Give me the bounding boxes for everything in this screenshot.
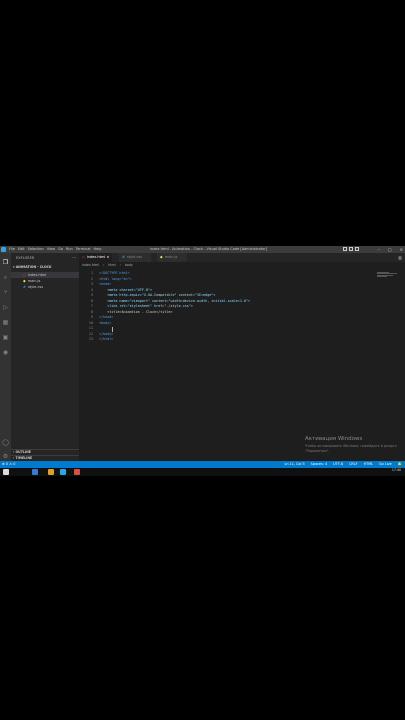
start-icon[interactable] bbox=[3, 469, 9, 475]
minimize-icon[interactable]: – bbox=[378, 247, 380, 252]
line-text: <title>Animation - Clock</title> bbox=[99, 309, 173, 314]
file-name: style.css bbox=[27, 285, 44, 289]
folder-section[interactable]: ▾ ANIMATION - CLOCK bbox=[13, 265, 52, 269]
line-text: <body> bbox=[99, 320, 112, 325]
line-text: <head> bbox=[99, 282, 112, 286]
css-file-icon: # bbox=[122, 255, 125, 259]
breadcrumb-file[interactable]: index.html bbox=[82, 263, 99, 267]
html-file-icon: ◇ bbox=[82, 255, 85, 259]
tab-label: main.js bbox=[164, 255, 178, 259]
more-actions-icon[interactable]: ··· bbox=[72, 255, 76, 260]
status-right: Ln 11, Col 5 Spaces: 4 UTF-8 CRLF HTML G… bbox=[284, 461, 402, 468]
menu-terminal[interactable]: Terminal bbox=[76, 247, 91, 252]
activity-bar: ❐ ⌕ ⑂ ▷ ▦ ▣ ◉ ◯ ⚙ bbox=[0, 253, 11, 468]
file-name: main.js bbox=[27, 279, 41, 283]
maximize-icon[interactable]: ▢ bbox=[388, 247, 392, 252]
end-of-line[interactable]: CRLF bbox=[349, 461, 358, 468]
outline-label: OUTLINE bbox=[15, 450, 31, 454]
breadcrumb-body[interactable]: body bbox=[125, 263, 133, 267]
notifications-icon[interactable]: 🔔 bbox=[398, 461, 402, 468]
taskbar-app-icon[interactable] bbox=[74, 469, 80, 475]
explorer-header: EXPLORER bbox=[16, 256, 35, 260]
cursor-position[interactable]: Ln 11, Col 5 bbox=[284, 461, 304, 468]
line-text bbox=[99, 326, 107, 330]
encoding[interactable]: UTF-8 bbox=[333, 461, 343, 468]
line-text: <meta name="viewport" content="width=dev… bbox=[99, 298, 251, 303]
timeline-section[interactable]: › TIMELINE bbox=[13, 456, 32, 460]
vscode-taskbar-icon[interactable] bbox=[60, 469, 66, 475]
line-text: </body> bbox=[99, 331, 114, 336]
account-icon[interactable]: ◯ bbox=[2, 439, 9, 446]
status-bar: ⊗ 0 ⚠ 0 Ln 11, Col 5 Spaces: 4 UTF-8 CRL… bbox=[0, 461, 405, 468]
indentation[interactable]: Spaces: 4 bbox=[311, 461, 327, 468]
taskbar-app-icon[interactable] bbox=[48, 469, 54, 475]
problems-indicator[interactable]: ⊗ 0 ⚠ 0 bbox=[2, 461, 15, 468]
activation-text: Чтобы активировать Windows, перейдите в … bbox=[305, 444, 397, 453]
folder-name: ANIMATION - CLOCK bbox=[15, 265, 52, 269]
run-debug-icon[interactable]: ▷ bbox=[2, 304, 9, 311]
minimap[interactable] bbox=[377, 272, 399, 278]
toggle-secondary-sidebar-icon[interactable] bbox=[355, 247, 359, 251]
title-bar: File Edit Selection View Go Run Terminal… bbox=[0, 246, 405, 253]
layout-controls bbox=[343, 247, 359, 251]
file-name: index.html bbox=[27, 273, 47, 277]
tab-label: index.html bbox=[86, 255, 106, 259]
settings-gear-icon[interactable]: ⚙ bbox=[2, 453, 9, 460]
window-title: index.html - Animation - Clock - Visual … bbox=[150, 247, 267, 251]
code-line: 13 </html> bbox=[79, 337, 405, 343]
menu-bar: File Edit Selection View Go Run Terminal… bbox=[9, 247, 101, 252]
breadcrumb-separator: › bbox=[119, 263, 121, 267]
vscode-window: File Edit Selection View Go Run Terminal… bbox=[0, 246, 405, 476]
explorer-icon[interactable]: ❐ bbox=[2, 259, 9, 266]
timeline-label: TIMELINE bbox=[15, 456, 33, 460]
search-icon[interactable]: ⌕ bbox=[2, 274, 9, 281]
split-editor-icon[interactable]: ▥ bbox=[398, 255, 402, 260]
line-text: </html> bbox=[99, 337, 114, 341]
docker-icon[interactable]: ◉ bbox=[2, 349, 9, 356]
tab-label: style.css bbox=[126, 255, 143, 259]
outline-section[interactable]: › OUTLINE bbox=[13, 450, 31, 454]
window-controls: – ▢ ✕ bbox=[378, 247, 403, 252]
code-editor[interactable]: 1 <!DOCTYPE html> 2 <html lang="en"> 3 <hea… bbox=[79, 268, 405, 468]
menu-view[interactable]: View bbox=[47, 247, 55, 252]
line-number: 13 bbox=[88, 337, 93, 341]
source-control-icon[interactable]: ⑂ bbox=[2, 289, 9, 296]
vscode-logo-icon bbox=[1, 247, 6, 252]
line-text: <html lang="en"> bbox=[99, 276, 132, 281]
line-text: <link rel="stylesheet" href="./style.css… bbox=[99, 304, 193, 308]
menu-help[interactable]: Help bbox=[93, 247, 101, 252]
breadcrumb-html[interactable]: html bbox=[108, 263, 115, 267]
line-text: <meta charset="UTF-8"> bbox=[99, 287, 153, 292]
toggle-panel-icon[interactable] bbox=[349, 247, 353, 251]
close-tab-icon[interactable]: × bbox=[107, 255, 110, 259]
menu-run[interactable]: Run bbox=[66, 247, 73, 252]
file-item-style-css[interactable]: # style.css bbox=[11, 284, 79, 290]
css-file-icon: # bbox=[23, 285, 26, 289]
go-live-button[interactable]: Go Live bbox=[379, 461, 392, 468]
menu-edit[interactable]: Edit bbox=[18, 247, 25, 252]
tab-style-css[interactable]: # style.css bbox=[119, 253, 151, 262]
editor-tabs: ◇ index.html × # style.css ◆ main.js ▥ bbox=[79, 253, 405, 262]
tab-index-html[interactable]: ◇ index.html × bbox=[79, 253, 112, 262]
extensions-icon[interactable]: ▦ bbox=[2, 319, 9, 326]
tab-main-js[interactable]: ◆ main.js bbox=[157, 253, 187, 262]
js-file-icon: ◆ bbox=[160, 255, 163, 259]
activation-title: Активация Windows bbox=[305, 436, 363, 442]
menu-go[interactable]: Go bbox=[58, 247, 63, 252]
line-text: </head> bbox=[99, 315, 114, 319]
explorer-sidebar: EXPLORER ··· ▾ ANIMATION - CLOCK ◇ index.… bbox=[11, 253, 79, 468]
taskbar-app-icon[interactable] bbox=[32, 469, 38, 475]
text-cursor bbox=[112, 327, 113, 332]
toggle-sidebar-icon[interactable] bbox=[343, 247, 347, 251]
clock[interactable]: 17:40 bbox=[392, 468, 401, 472]
windows-taskbar: 17:40 bbox=[0, 468, 405, 476]
remote-explorer-icon[interactable]: ▣ bbox=[2, 334, 9, 341]
line-text: <meta http-equiv="X-UA-Compatible" conte… bbox=[99, 293, 216, 297]
close-icon[interactable]: ✕ bbox=[400, 247, 403, 252]
menu-selection[interactable]: Selection bbox=[28, 247, 44, 252]
line-text: <!DOCTYPE html> bbox=[99, 271, 130, 275]
breadcrumb-separator: › bbox=[103, 263, 105, 267]
menu-file[interactable]: File bbox=[9, 247, 15, 252]
language-mode[interactable]: HTML bbox=[364, 461, 373, 468]
